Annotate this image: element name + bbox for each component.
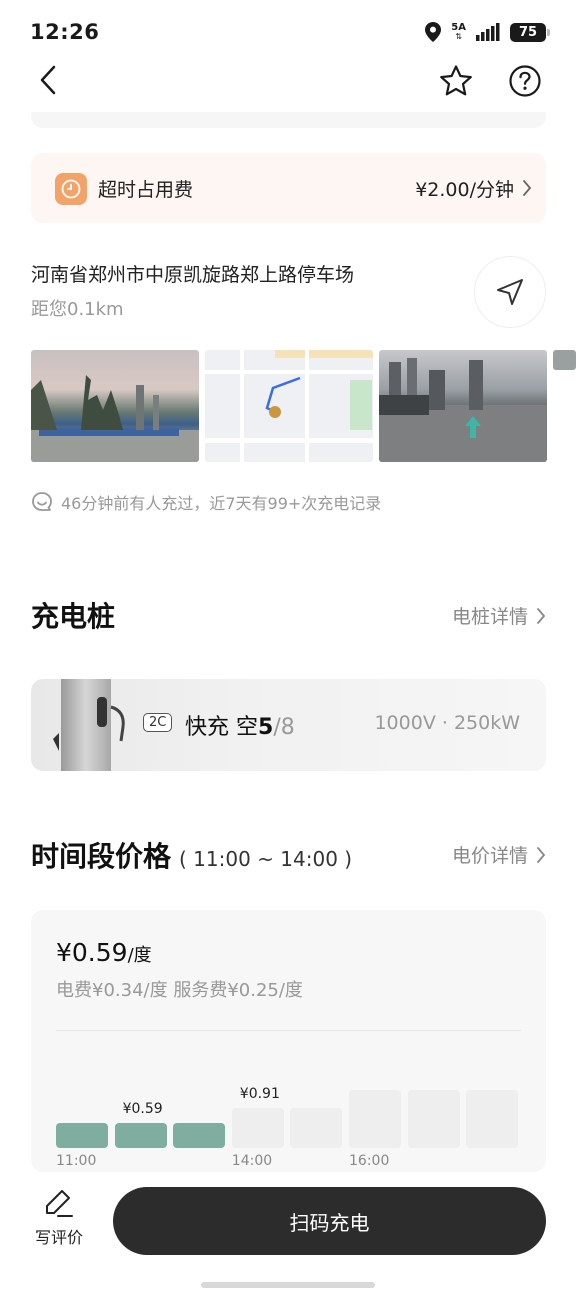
price-bar-18:00 — [466, 1090, 519, 1148]
price-section-title: 时间段价格 — [31, 840, 172, 873]
location-icon — [425, 22, 442, 42]
price-bar-15:00 — [290, 1108, 343, 1148]
station-photo-1[interactable] — [31, 350, 199, 462]
station-map-thumbnail[interactable] — [205, 350, 373, 462]
chevron-right-icon — [523, 180, 532, 196]
price-bar-11:00 — [56, 1123, 108, 1148]
fast-charger-card[interactable]: 2C 快充 空5/8 1000V · 250kW — [31, 679, 546, 771]
status-icons: 5A ⇅ 75 — [425, 22, 550, 42]
price-period: ( 11:00 ~ 14:00 ) — [179, 847, 353, 871]
price-details-label: 电价详情 — [451, 845, 528, 867]
price-chart: ¥0.59 ¥0.91 11:00 14:00 16:00 — [56, 1060, 526, 1172]
help-button[interactable] — [506, 62, 544, 100]
price-bar-14:00 — [231, 1108, 284, 1148]
navigation-arrow-icon — [497, 279, 523, 305]
clock-icon — [55, 173, 87, 205]
piles-section-title: 充电桩 — [31, 600, 116, 633]
overtime-fee-card[interactable]: 超时占用费 ¥2.00/分钟 — [31, 153, 546, 223]
charger-spec: 1000V · 250kW — [374, 712, 520, 734]
charger-badge: 2C — [143, 713, 173, 732]
price-section-header: 时间段价格 ( 11:00 ~ 14:00 ) — [31, 835, 352, 875]
favorite-button[interactable] — [437, 62, 475, 100]
station-photo-2[interactable] — [379, 350, 547, 462]
scan-to-charge-label: 扫码充电 — [289, 1210, 370, 1235]
status-time: 12:26 — [30, 20, 100, 44]
navigate-button[interactable] — [474, 256, 546, 328]
price-bar-16:00 — [349, 1090, 401, 1148]
recent-activity: 46分钟前有人充过，近7天有99+次充电记录 — [31, 490, 381, 514]
overtime-fee-label: 超时占用费 — [98, 179, 194, 201]
charger-pile-icon — [53, 679, 125, 771]
charger-availability: 快充 空5/8 — [185, 709, 295, 741]
chevron-right-icon — [537, 846, 546, 863]
scan-to-charge-button[interactable]: 扫码充电 — [113, 1187, 546, 1255]
total-count: /8 — [273, 715, 295, 740]
price-breakdown: 电费¥0.34/度 服务费¥0.25/度 — [56, 980, 303, 1001]
overtime-fee-value: ¥2.00/分钟 — [415, 179, 514, 201]
time-tick-label: 16:00 — [349, 1153, 390, 1169]
price-card: ¥0.59/度 电费¥0.34/度 服务费¥0.25/度 ¥0.59 ¥0.91 1… — [31, 910, 546, 1172]
write-review-button[interactable]: 写评价 — [30, 1188, 88, 1248]
back-button[interactable] — [30, 62, 66, 98]
pile-details-link[interactable]: 电桩详情 — [452, 602, 546, 629]
home-indicator — [201, 1282, 375, 1288]
current-price-unit: /度 — [127, 945, 152, 966]
write-review-label: 写评价 — [34, 1228, 83, 1247]
current-price: ¥0.59/度 — [56, 938, 152, 967]
battery-indicator: 75 — [510, 22, 550, 42]
price-bar-13:00 — [173, 1123, 226, 1148]
time-tick-label: 11:00 — [56, 1153, 97, 1169]
charger-type: 快充 — [185, 715, 230, 740]
price-bar-label: ¥0.91 — [239, 1086, 280, 1102]
previous-card-edge — [31, 112, 546, 128]
chat-bubble-icon — [32, 492, 52, 511]
recent-activity-text: 46分钟前有人充过，近7天有99+次充电记录 — [61, 494, 382, 513]
price-details-link[interactable]: 电价详情 — [452, 841, 546, 868]
price-bar-label: ¥0.59 — [122, 1101, 163, 1117]
free-label: 空 — [236, 715, 259, 740]
time-tick-label: 14:00 — [231, 1153, 273, 1169]
help-icon — [509, 65, 541, 97]
chevron-right-icon — [537, 607, 546, 624]
star-icon — [440, 65, 472, 96]
chevron-left-icon — [40, 65, 56, 95]
pencil-icon — [46, 1190, 73, 1217]
divider — [56, 1030, 521, 1031]
price-bar-12:00 — [114, 1123, 167, 1148]
current-price-value: ¥0.59 — [56, 938, 128, 967]
station-photo-3[interactable] — [553, 350, 576, 370]
signal-icon — [476, 23, 500, 41]
pile-details-label: 电桩详情 — [451, 606, 528, 628]
station-distance: 距您0.1km — [31, 299, 124, 320]
price-bar-17:00 — [407, 1090, 460, 1148]
data-arrows-icon: ⇅ — [455, 32, 462, 41]
station-address: 河南省郑州市中原凯旋路郑上路停车场 — [31, 264, 355, 286]
free-count: 5 — [258, 715, 274, 740]
